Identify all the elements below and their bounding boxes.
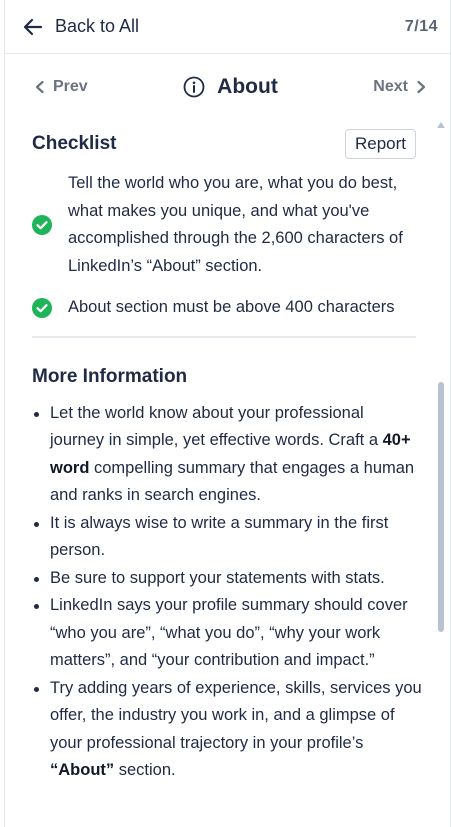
next-button[interactable]: Next [373,78,428,96]
about-panel: Back to All 7/14 Prev About Next Checkli… [4,0,451,827]
scroll-up-arrow-icon[interactable] [437,122,445,128]
scroll-content[interactable]: Checklist Report Tell the world who you … [5,120,451,827]
checklist-item-text: About section must be above 400 characte… [68,298,395,316]
checklist-item: Tell the world who you are, what you do … [32,170,416,280]
section-nav: Prev About Next [5,54,450,120]
list-item-text: It is always wise to write a summary in … [50,513,389,560]
list-item: LinkedIn says your profile summary shoul… [32,592,422,675]
prev-button[interactable]: Prev [33,78,88,96]
list-item-text: LinkedIn says your profile summary shoul… [50,596,408,669]
more-information-list: Let the world know about your profession… [5,388,451,785]
report-button[interactable]: Report [344,129,416,159]
info-icon [183,76,205,98]
prev-label: Prev [53,78,88,95]
next-label: Next [373,78,408,95]
chevron-left-icon [35,80,44,94]
back-to-all-button[interactable]: Back to All [23,16,139,37]
list-item: It is always wise to write a summary in … [32,510,422,565]
more-information-title: More Information [32,365,188,387]
check-circle-icon [32,297,52,318]
list-item-text: compelling summary that engages a human … [50,458,415,505]
scrollbar[interactable] [437,120,448,827]
checklist-title: Checklist [32,133,117,154]
chevron-right-icon [417,80,426,94]
section-heading: About [183,75,278,99]
step-counter: 7/14 [404,17,438,35]
list-item: Let the world know about your profession… [32,400,422,510]
list-item: Try adding years of experience, skills, … [32,675,422,785]
list-item: Be sure to support your statements with … [32,565,422,593]
top-bar: Back to All 7/14 [5,0,450,54]
list-item-text: Let the world know about your profession… [50,403,383,450]
list-item-text: Be sure to support your statements with … [50,568,385,587]
list-item-text: Try adding years of experience, skills, … [50,678,422,752]
back-label: Back to All [55,16,140,36]
arrow-left-icon [23,18,43,35]
checklist-items: Tell the world who you are, what you do … [5,162,451,322]
checklist-header: Checklist Report [5,120,451,162]
list-item-text: section. [114,761,176,779]
list-item-bold: “About” [50,761,115,779]
section-title: About [217,75,278,98]
scroll-thumb[interactable] [438,382,444,632]
checklist-item: About section must be above 400 characte… [32,294,416,322]
checklist-item-text: Tell the world who you are, what you do … [68,174,403,275]
check-circle-icon [32,215,52,235]
